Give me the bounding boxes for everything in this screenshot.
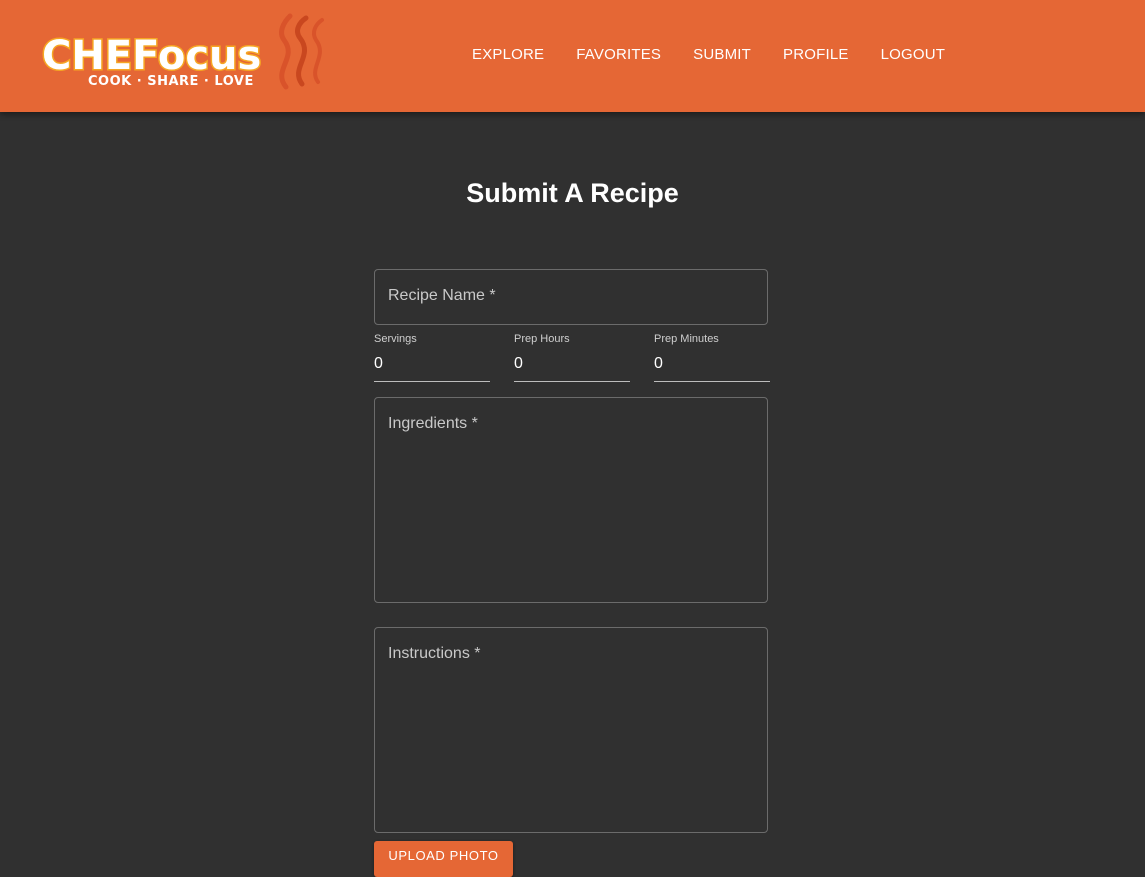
prep-hours-value[interactable]: 0 (514, 355, 523, 373)
main-nav: EXPLORE FAVORITES SUBMIT PROFILE LOGOUT (456, 0, 961, 108)
page-title: Submit A Recipe (466, 178, 679, 208)
ingredients-field[interactable]: Ingredients * (374, 397, 768, 603)
prep-minutes-value[interactable]: 0 (654, 355, 663, 373)
app-header: CHEFocus COOK · SHARE · LOVE EXPLORE FAV… (0, 0, 1145, 112)
nav-explore[interactable]: EXPLORE (456, 38, 560, 71)
logo-tagline: COOK · SHARE · LOVE (88, 74, 254, 89)
nav-favorites[interactable]: FAVORITES (560, 38, 677, 71)
prep-hours-field[interactable]: Prep Hours 0 (514, 333, 630, 382)
servings-field[interactable]: Servings 0 (374, 333, 490, 382)
instructions-field[interactable]: Instructions * (374, 627, 768, 833)
servings-label: Servings (374, 333, 417, 345)
nav-submit[interactable]: SUBMIT (677, 38, 767, 71)
recipe-name-label: Recipe Name * (388, 287, 496, 304)
nav-profile[interactable]: PROFILE (767, 38, 865, 71)
instructions-label: Instructions * (388, 645, 481, 662)
upload-photo-button[interactable]: UPLOAD PHOTO (374, 841, 513, 877)
chefocus-logo[interactable]: CHEFocus COOK · SHARE · LOVE (34, 12, 334, 94)
prep-hours-label: Prep Hours (514, 333, 570, 345)
steam-flame-icon (279, 13, 324, 90)
logo-wordmark: CHEFocus (42, 33, 261, 79)
prep-minutes-label: Prep Minutes (654, 333, 719, 345)
prep-minutes-field[interactable]: Prep Minutes 0 (654, 333, 770, 382)
ingredients-label: Ingredients * (388, 415, 478, 432)
servings-value[interactable]: 0 (374, 355, 383, 373)
recipe-name-field[interactable]: Recipe Name * (374, 269, 768, 325)
nav-logout[interactable]: LOGOUT (865, 38, 962, 71)
